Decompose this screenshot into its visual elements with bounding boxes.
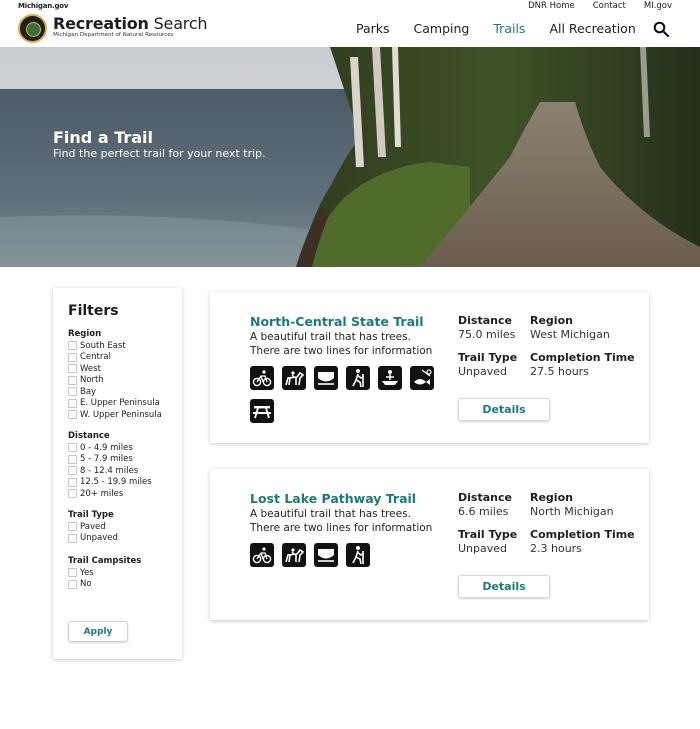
trail-name-link[interactable]: Lost Lake Pathway Trail bbox=[250, 491, 416, 506]
completion-time-label: Completion Time bbox=[530, 528, 635, 541]
boat-launch-icon bbox=[378, 366, 402, 390]
checkbox[interactable] bbox=[68, 398, 77, 408]
filter-option[interactable]: Yes bbox=[68, 567, 141, 579]
amenity-icons bbox=[250, 543, 450, 569]
filter-option[interactable]: Unpaved bbox=[68, 533, 118, 545]
completion-time-value: 27.5 hours bbox=[530, 365, 589, 378]
filter-option[interactable]: Paved bbox=[68, 521, 118, 533]
filter-option[interactable]: Central bbox=[68, 352, 162, 364]
checkbox[interactable] bbox=[68, 466, 77, 476]
site-subtitle: Michigan Department of Natural Resources bbox=[53, 32, 174, 38]
site-header: Recreation Search Michigan Department of… bbox=[0, 12, 700, 47]
filter-option[interactable]: 8 - 12.4 miles bbox=[68, 465, 152, 477]
completion-time-label: Completion Time bbox=[530, 351, 635, 364]
filter-option[interactable]: Bay bbox=[68, 386, 162, 398]
filter-group-trail-type: Trail Type Paved Unpaved bbox=[68, 509, 118, 544]
region-value: West Michigan bbox=[530, 328, 610, 341]
michigan-gov-logo[interactable]: Michigan.gov bbox=[18, 2, 68, 10]
checkbox[interactable] bbox=[68, 579, 77, 589]
checkbox[interactable] bbox=[68, 341, 77, 351]
top-utility-bar: Michigan.gov DNR Home Contact MI.gov bbox=[0, 0, 700, 12]
checkbox[interactable] bbox=[68, 454, 77, 464]
filter-option[interactable]: 5 - 7.9 miles bbox=[68, 454, 152, 466]
hero-subtitle: Find the perfect trail for your next tri… bbox=[53, 147, 266, 160]
checkbox[interactable] bbox=[68, 522, 77, 532]
checkbox[interactable] bbox=[68, 387, 77, 397]
horse-icon bbox=[282, 543, 306, 567]
checkbox[interactable] bbox=[68, 352, 77, 362]
filter-option[interactable]: W. Upper Peninsula bbox=[68, 409, 162, 421]
filter-group-distance: Distance 0 - 4.9 miles 5 - 7.9 miles 8 -… bbox=[68, 430, 152, 500]
contact-link[interactable]: Contact bbox=[593, 1, 626, 11]
dnr-seal-logo[interactable] bbox=[18, 14, 47, 43]
dnr-home-link[interactable]: DNR Home bbox=[528, 1, 575, 11]
checkbox[interactable] bbox=[68, 568, 77, 578]
filters-title: Filters bbox=[68, 303, 119, 319]
filter-group-title: Trail Campsites bbox=[68, 556, 142, 566]
details-button[interactable]: Details bbox=[458, 575, 550, 598]
trail-type-label: Trail Type bbox=[458, 351, 518, 364]
nav-all-recreation[interactable]: All Recreation bbox=[549, 21, 635, 36]
hiking-icon bbox=[346, 543, 370, 567]
hero-title: Find a Trail bbox=[53, 128, 154, 147]
region-value: North Michigan bbox=[530, 505, 614, 518]
filter-group-title: Distance bbox=[68, 431, 110, 441]
apply-button[interactable]: Apply bbox=[68, 621, 128, 642]
snowmobile-icon bbox=[314, 366, 338, 390]
trail-description: A beautiful trail that has trees. There … bbox=[250, 331, 433, 357]
checkbox[interactable] bbox=[68, 375, 77, 385]
checkbox[interactable] bbox=[68, 364, 77, 374]
trail-name-link[interactable]: North-Central State Trail bbox=[250, 314, 424, 329]
trail-description: A beautiful trail that has trees. There … bbox=[250, 508, 433, 534]
picnic-table-icon bbox=[250, 399, 274, 423]
region-label: Region bbox=[530, 314, 573, 327]
trail-type-value: Unpaved bbox=[458, 365, 508, 378]
fishing-icon bbox=[410, 366, 434, 390]
bike-icon bbox=[250, 543, 274, 567]
filter-option[interactable]: 20+ miles bbox=[68, 488, 152, 500]
horse-icon bbox=[282, 366, 306, 390]
filter-group-region: Region South East Central West North Bay… bbox=[68, 328, 162, 421]
site-title[interactable]: Recreation Search bbox=[53, 14, 208, 33]
snowmobile-icon bbox=[314, 543, 338, 567]
filter-option[interactable]: South East bbox=[68, 340, 162, 352]
distance-value: 6.6 miles bbox=[458, 505, 509, 518]
utility-links: DNR Home Contact MI.gov bbox=[510, 1, 672, 11]
filter-option[interactable]: E. Upper Peninsula bbox=[68, 398, 162, 410]
filter-option[interactable]: North bbox=[68, 375, 162, 387]
mi-gov-link[interactable]: MI.gov bbox=[644, 1, 672, 11]
filter-group-title: Trail Type bbox=[68, 510, 114, 520]
trail-card: North-Central State Trail A beautiful tr… bbox=[210, 292, 649, 443]
checkbox[interactable] bbox=[68, 477, 77, 487]
distance-value: 75.0 miles bbox=[458, 328, 516, 341]
bike-icon bbox=[250, 366, 274, 390]
checkbox[interactable] bbox=[68, 533, 77, 543]
trail-card: Lost Lake Pathway Trail A beautiful trai… bbox=[210, 469, 649, 620]
search-icon[interactable] bbox=[653, 21, 669, 37]
details-button[interactable]: Details bbox=[458, 398, 550, 421]
filter-option[interactable]: 0 - 4.9 miles bbox=[68, 442, 152, 454]
amenity-icons bbox=[250, 366, 450, 426]
filter-group-title: Region bbox=[68, 329, 102, 339]
distance-label: Distance bbox=[458, 491, 512, 504]
checkbox[interactable] bbox=[68, 443, 77, 453]
hero-banner: Find a Trail Find the perfect trail for … bbox=[0, 47, 700, 267]
region-label: Region bbox=[530, 491, 573, 504]
nav-trails[interactable]: Trails bbox=[493, 21, 525, 36]
filter-option[interactable]: 12.5 - 19.9 miles bbox=[68, 477, 152, 489]
filter-group-trail-campsites: Trail Campsites Yes No bbox=[68, 555, 141, 590]
completion-time-value: 2.3 hours bbox=[530, 542, 582, 555]
distance-label: Distance bbox=[458, 314, 512, 327]
filter-option[interactable]: No bbox=[68, 579, 141, 591]
hiking-icon bbox=[346, 366, 370, 390]
trail-type-label: Trail Type bbox=[458, 528, 518, 541]
nav-camping[interactable]: Camping bbox=[414, 21, 470, 36]
nav-parks[interactable]: Parks bbox=[356, 21, 390, 36]
checkbox[interactable] bbox=[68, 489, 77, 499]
filters-panel: Filters Region South East Central West N… bbox=[53, 288, 182, 659]
filter-option[interactable]: West bbox=[68, 363, 162, 375]
checkbox[interactable] bbox=[68, 410, 77, 420]
trail-type-value: Unpaved bbox=[458, 542, 508, 555]
main-nav: Parks Camping Trails All Recreation bbox=[356, 21, 660, 36]
